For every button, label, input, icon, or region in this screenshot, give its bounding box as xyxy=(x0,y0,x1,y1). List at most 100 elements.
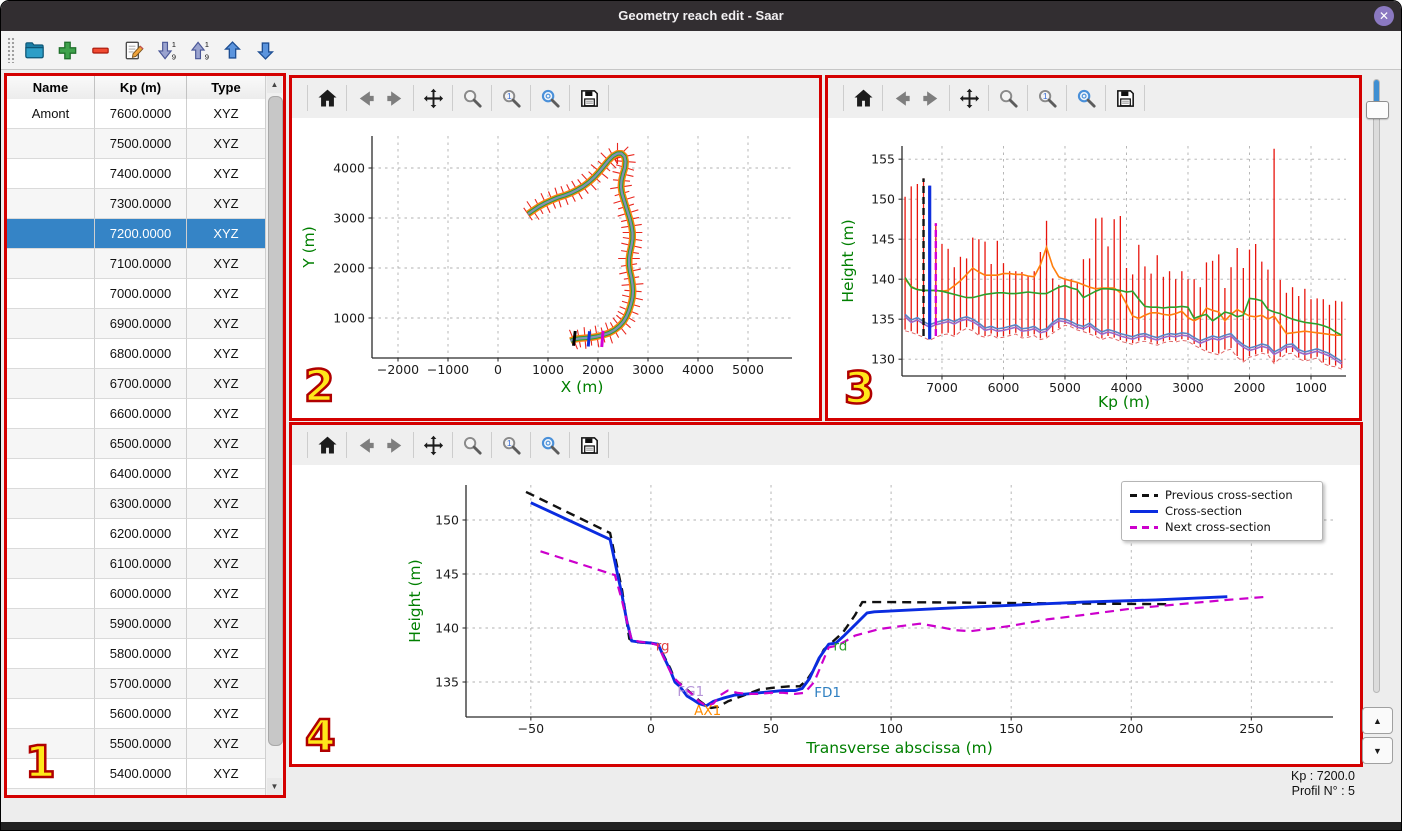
close-button[interactable]: ✕ xyxy=(1374,6,1394,26)
cell-type: XYZ xyxy=(187,309,266,339)
table-row[interactable]: 5500.0000 XYZ xyxy=(7,729,266,759)
svg-text:1: 1 xyxy=(171,40,175,49)
cell-name xyxy=(7,309,95,339)
back-button[interactable] xyxy=(352,84,380,112)
forward-button[interactable] xyxy=(916,84,944,112)
previous-cross-section-mark xyxy=(572,330,577,346)
column-header-kp: Kp (m) xyxy=(95,76,187,99)
table-row[interactable]: 6400.0000 XYZ xyxy=(7,459,266,489)
toolbar-separator xyxy=(307,85,308,111)
x-axis-label: Transverse abscissa (m) xyxy=(805,739,993,757)
pan-button[interactable] xyxy=(955,84,983,112)
table-row[interactable]: 7100.0000 XYZ xyxy=(7,249,266,279)
back-button[interactable] xyxy=(352,431,380,459)
plan-view-plot[interactable]: −2000 −1000 0 1000 2000 3000 4000 5000 1000 2000 3… xyxy=(292,118,819,418)
table-row[interactable]: 5700.0000 XYZ xyxy=(7,669,266,699)
add-profile-button[interactable] xyxy=(54,37,80,63)
table-row[interactable]: 5400.0000 XYZ xyxy=(7,759,266,789)
pan-button[interactable] xyxy=(419,431,447,459)
table-row[interactable]: 6500.0000 XYZ xyxy=(7,429,266,459)
zoom-one-button[interactable]: 1 xyxy=(497,84,525,112)
next-cross-section-mark xyxy=(600,330,605,348)
cell-name xyxy=(7,129,95,159)
cell-kp: 6200.0000 xyxy=(95,519,187,549)
table-row[interactable]: 5600.0000 XYZ xyxy=(7,699,266,729)
legend-label: Previous cross-section xyxy=(1165,488,1293,502)
toolbar-separator xyxy=(307,432,308,458)
forward-button[interactable] xyxy=(380,431,408,459)
table-row[interactable]: 7500.0000 XYZ xyxy=(7,129,266,159)
save-figure-button[interactable] xyxy=(575,431,603,459)
longitudinal-profile-panel: 1 7000 6000 5000 4000 3000 2000 1000 130 135 140 1… xyxy=(825,75,1362,421)
zoom-fit-button[interactable] xyxy=(536,84,564,112)
legend-line-sample xyxy=(1130,525,1158,529)
save-figure-button[interactable] xyxy=(575,84,603,112)
table-row[interactable]: 5900.0000 XYZ xyxy=(7,609,266,639)
scroll-up-button[interactable]: ▲ xyxy=(267,76,282,93)
scroll-down-button[interactable]: ▼ xyxy=(267,778,282,795)
back-button[interactable] xyxy=(888,84,916,112)
previous-profile-button[interactable]: ▲ xyxy=(1362,707,1393,734)
cell-kp: 6900.0000 xyxy=(95,309,187,339)
table-row[interactable]: 6700.0000 XYZ xyxy=(7,369,266,399)
zoom-button[interactable] xyxy=(458,84,486,112)
table-row[interactable]: 6900.0000 XYZ xyxy=(7,309,266,339)
sort-ascending-button[interactable]: 19 xyxy=(186,37,212,63)
home-button[interactable] xyxy=(313,431,341,459)
profile-slider-track[interactable] xyxy=(1373,79,1380,693)
y-tick-label: 130 xyxy=(871,352,895,367)
table-row[interactable]: 7000.0000 XYZ xyxy=(7,279,266,309)
table-row[interactable]: 6100.0000 XYZ xyxy=(7,549,266,579)
cell-name xyxy=(7,609,95,639)
table-row[interactable]: 7400.0000 XYZ xyxy=(7,159,266,189)
zoom-one-button[interactable]: 1 xyxy=(497,431,525,459)
zoom-one-button[interactable]: 1 xyxy=(1033,84,1061,112)
point-label-FG1: FG1 xyxy=(677,684,704,700)
table-row[interactable]: 5800.0000 XYZ xyxy=(7,639,266,669)
home-button[interactable] xyxy=(313,84,341,112)
legend-line-sample xyxy=(1130,509,1158,513)
table-row[interactable]: 6800.0000 XYZ xyxy=(7,339,266,369)
table-scrollbar[interactable]: ▲ ▼ xyxy=(265,76,283,795)
table-row[interactable]: Amont 7600.0000 XYZ xyxy=(7,99,266,129)
y-tick-label: 135 xyxy=(871,312,895,327)
svg-text:1: 1 xyxy=(506,91,511,101)
table-row[interactable]: 7200.0000 XYZ xyxy=(7,219,266,249)
cell-name xyxy=(7,279,95,309)
table-row[interactable]: 5300.0000XYZ xyxy=(7,789,266,795)
cell-type: XYZ xyxy=(187,219,266,249)
zoom-fit-button[interactable] xyxy=(536,431,564,459)
y-tick-label: 145 xyxy=(871,232,895,247)
next-profile-button[interactable]: ▼ xyxy=(1362,737,1393,764)
zoom-button[interactable] xyxy=(994,84,1022,112)
move-up-button[interactable] xyxy=(219,37,245,63)
cell-kp: 7100.0000 xyxy=(95,249,187,279)
move-down-button[interactable] xyxy=(252,37,278,63)
zoom-button[interactable] xyxy=(458,431,486,459)
home-button[interactable] xyxy=(849,84,877,112)
toolbar-separator xyxy=(569,432,570,458)
table-row[interactable]: 7300.0000 XYZ xyxy=(7,189,266,219)
scrollbar-thumb[interactable] xyxy=(268,96,283,746)
toolbar-grip-handle[interactable] xyxy=(7,37,15,63)
edit-profile-button[interactable] xyxy=(120,37,146,63)
table-row[interactable]: 6000.0000 XYZ xyxy=(7,579,266,609)
forward-button[interactable] xyxy=(380,84,408,112)
profile-slider-handle[interactable] xyxy=(1366,101,1389,119)
sort-descending-button[interactable]: 19 xyxy=(153,37,179,63)
cell-kp: 6100.0000 xyxy=(95,549,187,579)
table-row[interactable]: 6200.0000 XYZ xyxy=(7,519,266,549)
profiles-table[interactable]: Amont 7600.0000 XYZ 7500.0000 XYZ 7400.0000 XY… xyxy=(7,99,266,795)
table-row[interactable]: 6300.0000 XYZ xyxy=(7,489,266,519)
table-row[interactable]: 6600.0000 XYZ xyxy=(7,399,266,429)
save-figure-button[interactable] xyxy=(1111,84,1139,112)
close-icon: ✕ xyxy=(1378,9,1390,23)
zoom-fit-button[interactable] xyxy=(1072,84,1100,112)
cell-type: XYZ xyxy=(187,639,266,669)
remove-profile-button[interactable] xyxy=(87,37,113,63)
longitudinal-profile-plot[interactable]: 7000 6000 5000 4000 3000 2000 1000130135140145… xyxy=(828,118,1359,418)
pan-button[interactable] xyxy=(419,84,447,112)
Next cross-section xyxy=(540,550,1269,707)
open-file-button[interactable] xyxy=(21,37,47,63)
cell-kp: 6700.0000 xyxy=(95,369,187,399)
